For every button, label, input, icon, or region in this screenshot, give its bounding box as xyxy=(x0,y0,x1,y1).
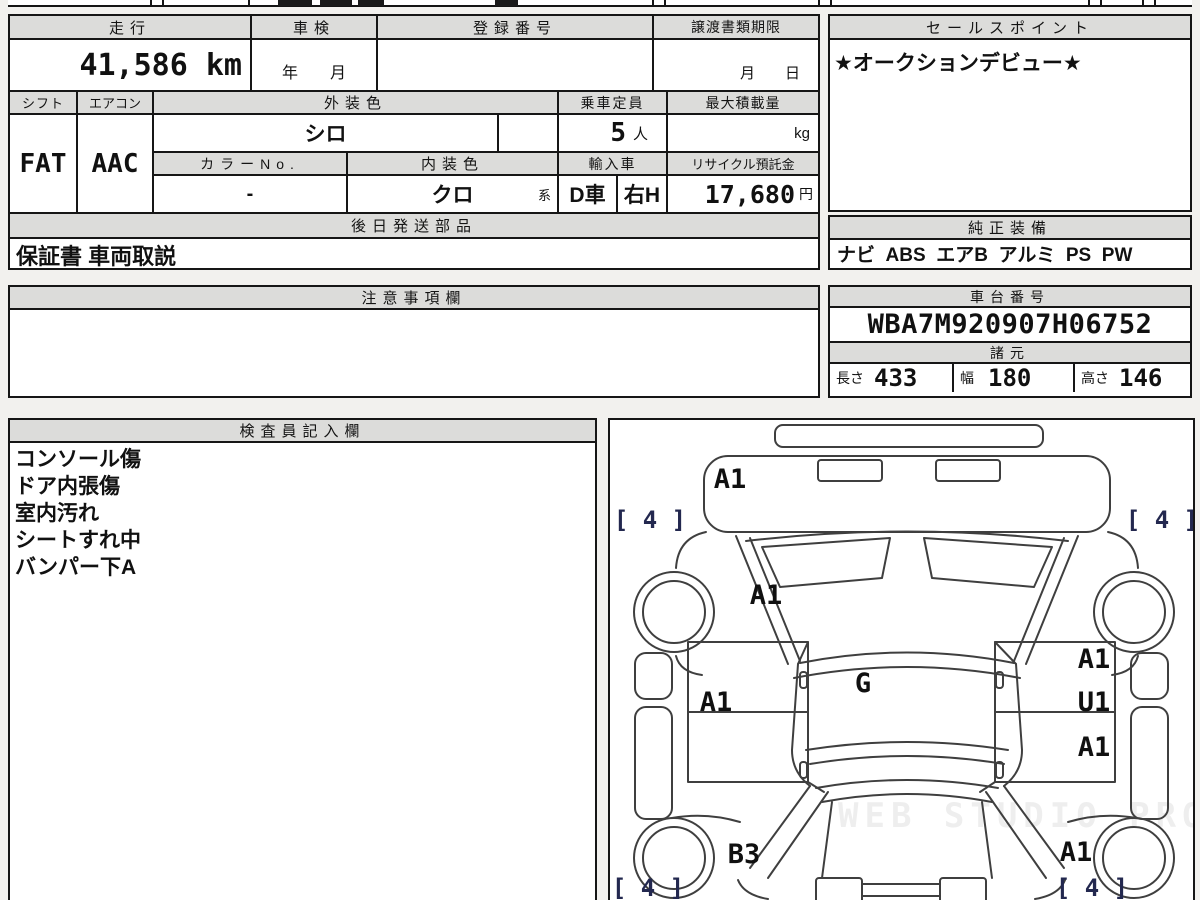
wheel-front-right xyxy=(1093,571,1175,653)
max-load-header: 最大積載量 xyxy=(668,92,818,113)
auction-sheet: 走行 車検 登録番号 譲渡書類期限 41,586 km 年 月 月 日 シフト … xyxy=(0,0,1200,900)
headlight-right xyxy=(935,459,1001,482)
door-handle xyxy=(799,671,808,689)
inspection-date-value: 年 月 xyxy=(252,40,378,90)
sales-point-header: セールスポイント xyxy=(830,16,1190,38)
later-parts-header: 後日発送部品 xyxy=(10,214,818,237)
damage-diagram-box: WEB STUDIO PRO A1 A1 G A1 A1 U1 A1 B3 A1… xyxy=(608,418,1200,900)
mark-front-left-fender: A1 xyxy=(750,580,783,611)
chassis-number-value: WBA7M920907H06752 xyxy=(867,309,1153,340)
later-parts-value: 保証書 車両取説 xyxy=(16,244,177,269)
color-no-value: - xyxy=(154,176,348,212)
sill-left xyxy=(634,706,673,820)
sales-point-panel: セールスポイント ★オークションデビュー★ xyxy=(828,14,1192,212)
mirror-left xyxy=(634,652,673,700)
front-panel xyxy=(703,455,1111,533)
oem-equipment-value: ナビ ABS エアB アルミ PS PW xyxy=(837,245,1133,266)
inspector-note-line: シートすれ中 xyxy=(15,529,141,552)
cropped-text-fragment xyxy=(278,0,312,6)
exterior-color-value: シロ xyxy=(154,115,499,151)
capacity-header: 乗車定員 xyxy=(559,92,668,113)
color-no-header: カラーNo. xyxy=(154,153,348,174)
fender-front-left xyxy=(675,531,707,569)
wiper-right xyxy=(923,537,1053,588)
spec-length-value: 433 xyxy=(874,364,918,392)
taillight-right xyxy=(939,877,987,900)
mark-right-rear-quarter: A1 xyxy=(1060,837,1093,868)
spec-height-value: 146 xyxy=(1119,364,1163,392)
mark-windshield: G xyxy=(855,668,871,699)
inspector-note-line: バンパー下A xyxy=(15,556,137,579)
caution-notes-header: 注意事項欄 xyxy=(10,287,818,308)
registration-number-value xyxy=(378,40,654,90)
mark-front-bumper: A1 xyxy=(714,464,747,495)
exterior-color-sub-cell xyxy=(499,115,559,151)
inspector-notes-header: 検査員記入欄 xyxy=(10,420,595,441)
spec-width-value: 180 xyxy=(988,364,1032,392)
capacity-value: 5 人 xyxy=(559,115,668,151)
main-info-table: 走行 車検 登録番号 譲渡書類期限 41,586 km 年 月 月 日 シフト … xyxy=(8,14,820,270)
inspector-note-line: コンソール傷 xyxy=(15,448,141,471)
headlight-left xyxy=(817,459,883,482)
cropped-text-fragment xyxy=(320,0,352,6)
spec-height-label: 高さ xyxy=(1081,370,1109,386)
chassis-number-header: 車台番号 xyxy=(830,287,1190,306)
aircon-value: AAC xyxy=(78,115,154,212)
specs-header: 諸元 xyxy=(830,343,1190,362)
inspector-note-line: ドア内張傷 xyxy=(15,475,120,498)
oem-equipment-panel: 純正装備 ナビ ABS エアB アルミ PS PW xyxy=(828,215,1192,270)
recycle-deposit-header: リサイクル預託金 xyxy=(668,153,818,174)
recycle-deposit-value: 17,680 円 xyxy=(704,179,813,209)
cropped-text-fragment xyxy=(495,0,518,6)
import-type-value: D車 xyxy=(559,176,618,212)
cropped-row-fragment xyxy=(8,0,1192,7)
car-damage-diagram: WEB STUDIO PRO A1 A1 G A1 A1 U1 A1 B3 A1… xyxy=(612,424,1200,900)
caution-notes-box: 注意事項欄 xyxy=(8,285,820,398)
tread-rear-right: [ 4 ] xyxy=(1056,874,1128,900)
cropped-text-fragment xyxy=(358,0,384,6)
interior-color-header: 内装色 xyxy=(348,153,559,174)
mark-right-rear-door: A1 xyxy=(1078,732,1111,763)
spec-width-label: 幅 xyxy=(960,370,974,386)
front-bumper-strip xyxy=(774,424,1044,448)
mark-right-front-door-b: U1 xyxy=(1078,687,1111,718)
wheel-front-left xyxy=(633,571,715,653)
tread-front-right: [ 4 ] xyxy=(1126,506,1193,534)
mark-right-front-door-a: A1 xyxy=(1078,644,1111,675)
taillight-left xyxy=(815,877,863,900)
mileage-value: 41,586 km xyxy=(10,40,252,90)
mileage-header: 走行 xyxy=(10,16,252,38)
oem-equipment-header: 純正装備 xyxy=(830,217,1190,238)
import-car-header: 輸入車 xyxy=(559,153,668,174)
fender-front-right xyxy=(1107,531,1139,569)
chassis-specs-panel: 車台番号 WBA7M920907H06752 諸元 長さ 433 幅 180 高… xyxy=(828,285,1192,398)
registration-number-header: 登録番号 xyxy=(378,16,654,38)
spec-length-label: 長さ xyxy=(836,370,864,386)
exterior-color-header: 外装色 xyxy=(154,92,559,113)
tread-rear-left: [ 4 ] xyxy=(612,874,684,900)
tread-front-left: [ 4 ] xyxy=(614,506,686,534)
shift-value: FAT xyxy=(10,115,78,212)
spec-width: 幅 180 xyxy=(954,364,1075,392)
inspection-header: 車検 xyxy=(252,16,378,38)
max-load-value: kg xyxy=(794,124,810,142)
mark-left-front-door: A1 xyxy=(700,687,733,718)
sales-point-value: ★オークションデビュー★ xyxy=(834,52,1082,75)
transfer-deadline-value: 月 日 xyxy=(739,65,800,82)
aircon-header: エアコン xyxy=(78,92,154,113)
mark-left-rear-quarter: B3 xyxy=(728,839,761,870)
handle-side-value: 右H xyxy=(618,176,668,212)
spec-height: 高さ 146 xyxy=(1075,364,1190,392)
interior-color-suffix: 系 xyxy=(537,188,551,203)
shift-header: シフト xyxy=(10,92,78,113)
spec-length: 長さ 433 xyxy=(830,364,954,392)
inspector-note-line: 室内汚れ xyxy=(15,502,99,525)
interior-color-value: クロ 系 xyxy=(348,176,559,212)
inspector-notes-box: 検査員記入欄 コンソール傷 ドア内張傷 室内汚れ シートすれ中 バンパー下A xyxy=(8,418,597,900)
transfer-deadline-header: 譲渡書類期限 xyxy=(654,16,818,38)
